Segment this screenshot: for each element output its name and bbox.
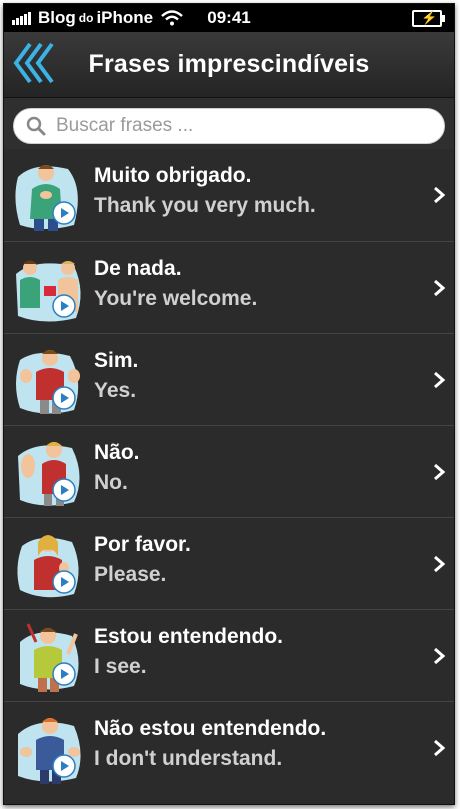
search-bar [4,98,454,149]
chevron-right-icon [434,739,446,757]
phrase-list: Muito obrigado. Thank you very much. De … [4,149,454,793]
translation-text: Please. [94,563,167,586]
list-item[interactable]: De nada. You're welcome. [4,241,454,333]
play-icon[interactable] [52,478,76,502]
phrase-text: Não estou entendendo. [94,717,327,740]
battery-icon: ⚡ [412,10,445,27]
translation-text: Thank you very much. [94,194,316,217]
search-icon [26,116,46,136]
chevron-right-icon [434,279,446,297]
chevron-right-icon [434,555,446,573]
status-time: 09:41 [207,8,251,27]
phrase-text: Por favor. [94,533,191,556]
chevron-right-icon [434,186,446,204]
translation-text: No. [94,471,128,494]
translation-text: You're welcome. [94,287,258,310]
list-item[interactable]: Não. No. [4,425,454,517]
play-icon[interactable] [52,294,76,318]
play-icon[interactable] [52,754,76,778]
chevron-right-icon [434,463,446,481]
search-field[interactable] [13,108,445,144]
play-icon[interactable] [52,386,76,410]
chevron-right-icon [434,371,446,389]
phrase-text: Estou entendendo. [94,625,283,648]
search-input[interactable] [54,114,418,138]
play-icon[interactable] [52,662,76,686]
play-icon[interactable] [52,201,76,225]
status-bar: Blog do iPhone 09:41 ⚡ [4,4,454,32]
chevron-right-icon [434,647,446,665]
phrase-text: Muito obrigado. [94,164,252,187]
navigation-bar: Frases imprescindíveis [4,32,454,98]
page-title: Frases imprescindíveis [88,50,370,78]
translation-text: I see. [94,655,147,678]
list-item[interactable]: Muito obrigado. Thank you very much. [4,149,454,241]
play-icon[interactable] [52,570,76,594]
translation-text: I don't understand. [94,747,283,770]
phrase-text: De nada. [94,257,182,280]
list-item[interactable]: Estou entendendo. I see. [4,609,454,701]
list-item[interactable]: Sim. Yes. [4,333,454,425]
list-item[interactable]: Não estou entendendo. I don't understand… [4,701,454,793]
phone-screen: Blog do iPhone 09:41 ⚡ Frases imprescind… [3,3,455,805]
phrase-text: Não. [94,441,140,464]
phrase-text: Sim. [94,349,139,372]
list-item[interactable]: Por favor. Please. [4,517,454,609]
translation-text: Yes. [94,379,137,402]
